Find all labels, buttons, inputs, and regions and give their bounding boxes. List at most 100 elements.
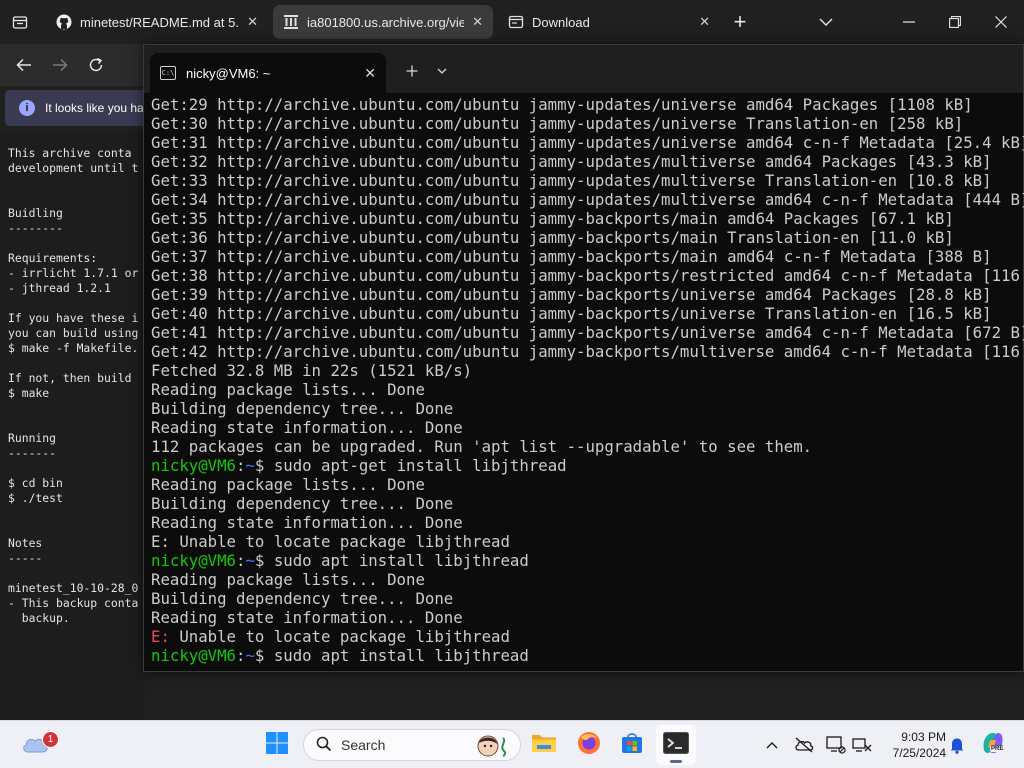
new-terminal-tab-button[interactable] xyxy=(400,59,424,83)
terminal-output-line: Building dependency tree... Done xyxy=(151,399,454,418)
info-icon: i xyxy=(19,100,35,116)
close-icon[interactable]: ✕ xyxy=(699,14,710,30)
display-icon[interactable] xyxy=(824,731,848,759)
readme-line: - jthread 1.2.1 xyxy=(8,281,111,295)
readme-line: Requirements: xyxy=(8,251,98,265)
firefox-button[interactable] xyxy=(569,725,609,765)
show-hidden-icons-chevron-icon[interactable] xyxy=(760,731,784,759)
download-page-icon xyxy=(508,14,524,30)
tab-actions-icon[interactable] xyxy=(6,0,34,44)
readme-line: If you have these i xyxy=(8,311,139,325)
taskbar: 1 Search 9:03 PM 7/25/2024 PRE xyxy=(0,720,1024,768)
command-text: sudo apt install libjthread xyxy=(273,551,529,570)
readme-line xyxy=(8,416,138,431)
firefox-icon xyxy=(577,731,601,760)
terminal-output-line: Get:32 http://archive.ubuntu.com/ubuntu … xyxy=(151,152,992,171)
readme-line xyxy=(8,521,138,536)
refresh-icon[interactable] xyxy=(82,52,110,78)
readme-line xyxy=(8,461,138,476)
terminal-output-line: Get:34 http://archive.ubuntu.com/ubuntu … xyxy=(151,190,1024,209)
prompt-suffix: $ xyxy=(254,551,274,570)
terminal-tab-title: nicky@VM6: ~ xyxy=(186,65,271,81)
terminal-output-line: Get:39 http://archive.ubuntu.com/ubuntu … xyxy=(151,285,992,304)
terminal-icon: C:\ xyxy=(160,66,176,80)
browser-tab-download[interactable]: Download ✕ xyxy=(498,5,720,39)
terminal-prompt-line: nicky@VM6:~$ sudo apt install libjthread xyxy=(151,551,1021,570)
back-arrow-icon[interactable] xyxy=(10,52,38,78)
search-highlight-icon xyxy=(476,734,510,761)
readme-line: ----- xyxy=(8,551,43,565)
readme-line xyxy=(8,176,138,191)
error-text: Unable to locate package libjthread xyxy=(169,627,510,646)
readme-line xyxy=(8,401,138,416)
minimize-button[interactable] xyxy=(886,0,932,44)
terminal-dropdown-chevron-icon[interactable] xyxy=(430,59,454,83)
notification-bell-icon[interactable] xyxy=(945,731,969,759)
file-explorer-button[interactable] xyxy=(524,725,564,765)
terminal-tab[interactable]: C:\ nicky@VM6: ~ ✕ xyxy=(150,53,386,93)
command-text: sudo apt-get install libjthread xyxy=(273,456,567,475)
readme-line: $ make -f Makefile. xyxy=(8,341,139,355)
browser-tab-github[interactable]: minetest/README.md at 5.6.1 · ✕ xyxy=(46,5,268,39)
folder-icon xyxy=(531,732,557,759)
terminal-output-line: Get:36 http://archive.ubuntu.com/ubuntu … xyxy=(151,228,954,247)
readme-line: - irrlicht 1.7.1 or xyxy=(8,266,139,280)
tab-list-chevron-icon[interactable] xyxy=(812,0,840,44)
readme-line xyxy=(8,356,138,371)
close-icon[interactable]: ✕ xyxy=(247,14,258,30)
readme-line: Running xyxy=(8,431,57,445)
github-icon xyxy=(56,14,72,30)
browser-toolbar xyxy=(0,44,145,86)
terminal-output-line: Reading package lists... Done xyxy=(151,570,425,589)
browser-tab-strip: minetest/README.md at 5.6.1 · ✕ ia801800… xyxy=(0,0,1024,44)
prompt-suffix: $ xyxy=(254,646,274,665)
close-icon[interactable]: ✕ xyxy=(472,14,483,30)
readme-line: $ ./test xyxy=(8,491,63,505)
close-icon[interactable]: ✕ xyxy=(364,65,376,82)
terminal-output-line: Get:37 http://archive.ubuntu.com/ubuntu … xyxy=(151,247,992,266)
readme-line: Notes xyxy=(8,536,43,550)
readme-line: minetest_10-10-28_0 xyxy=(8,581,139,595)
forward-arrow-icon[interactable] xyxy=(46,52,74,78)
readme-line: If not, then build xyxy=(8,371,132,385)
notification-badge: 1 xyxy=(42,731,59,748)
clock-date: 7/25/2024 xyxy=(892,746,946,760)
terminal-output-line: Reading state information... Done xyxy=(151,608,463,627)
prompt-suffix: $ xyxy=(254,456,274,475)
search-icon xyxy=(316,736,332,755)
command-text: sudo apt install libjthread xyxy=(273,646,529,665)
restore-button[interactable] xyxy=(932,0,978,44)
terminal-taskbar-button[interactable] xyxy=(656,725,696,765)
close-window-button[interactable] xyxy=(978,0,1024,44)
prompt-path: ~ xyxy=(245,646,255,665)
terminal-output[interactable]: Get:29 http://archive.ubuntu.com/ubuntu … xyxy=(151,95,1024,665)
readme-line: This archive conta xyxy=(8,146,132,160)
new-tab-button[interactable]: + xyxy=(726,0,754,44)
terminal-output-line: Get:42 http://archive.ubuntu.com/ubuntu … xyxy=(151,342,1024,361)
copilot-button[interactable]: PRE xyxy=(978,731,1008,759)
browser-tab-title: ia801800.us.archive.org/view_a xyxy=(307,14,465,30)
taskbar-search-box[interactable]: Search xyxy=(303,729,521,761)
terminal-output-line: Get:35 http://archive.ubuntu.com/ubuntu … xyxy=(151,209,954,228)
start-button[interactable] xyxy=(257,725,297,765)
windows-logo-icon xyxy=(265,731,289,760)
terminal-output-line: Building dependency tree... Done xyxy=(151,589,454,608)
page-content: This archive conta development until t Bui… xyxy=(0,132,145,722)
readme-line: Buidling xyxy=(8,206,63,220)
readme-line xyxy=(8,191,138,206)
system-clock[interactable]: 9:03 PM 7/25/2024 xyxy=(880,729,946,761)
readme-line: development until t xyxy=(8,161,139,175)
network-disconnected-icon[interactable] xyxy=(850,731,874,759)
cloud-offline-icon[interactable] xyxy=(792,731,816,759)
error-prefix: E: xyxy=(151,627,170,646)
terminal-error-line: E: Unable to locate package libjthread xyxy=(151,627,1021,646)
widgets-button[interactable]: 1 xyxy=(12,725,59,765)
prompt-user: nicky@VM6 xyxy=(151,551,237,570)
terminal-titlebar: C:\ nicky@VM6: ~ ✕ xyxy=(144,45,1023,93)
terminal-output-line: Get:30 http://archive.ubuntu.com/ubuntu … xyxy=(151,114,964,133)
search-label: Search xyxy=(341,737,386,753)
prompt-path: ~ xyxy=(245,456,255,475)
browser-tab-archive[interactable]: ia801800.us.archive.org/view_a ✕ xyxy=(273,5,493,39)
terminal-prompt-line: nicky@VM6:~$ sudo apt-get install libjth… xyxy=(151,456,1021,475)
microsoft-store-button[interactable] xyxy=(612,725,652,765)
